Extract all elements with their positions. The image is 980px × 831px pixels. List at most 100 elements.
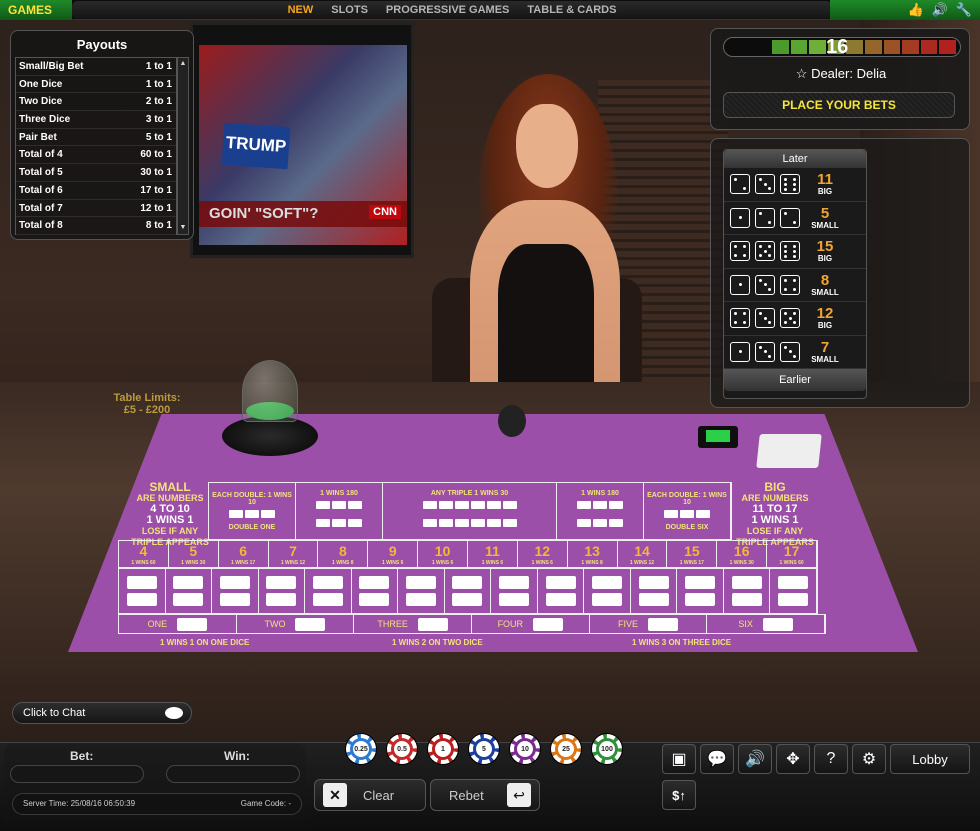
chip-value: 25 bbox=[558, 741, 574, 757]
bet-combo[interactable] bbox=[398, 569, 445, 613]
chip[interactable]: 0.25 bbox=[346, 734, 376, 764]
bet-small[interactable]: SMALL ARE NUMBERS 4 TO 10 1 WINS 1 LOSE … bbox=[128, 481, 212, 548]
bet-combo[interactable] bbox=[119, 569, 166, 613]
bet-total-8[interactable]: 81 WINS 8 bbox=[318, 541, 369, 567]
bet-single-six[interactable]: SIX bbox=[707, 615, 825, 633]
table-limits-value: £5 - £200 bbox=[123, 404, 171, 416]
bet-total-5[interactable]: 51 WINS 30 bbox=[169, 541, 219, 567]
tv-network-logo: CNN bbox=[369, 205, 401, 219]
bet-total-17[interactable]: 17 1 WINS 60 bbox=[767, 541, 817, 567]
payouts-scrollbar[interactable]: ▲ ▼ bbox=[177, 57, 189, 235]
bet-combo[interactable] bbox=[770, 569, 817, 613]
die-icon bbox=[755, 241, 775, 262]
settings-icon[interactable]: ⚙ bbox=[852, 744, 886, 774]
star-icon[interactable]: ☆ bbox=[796, 66, 808, 81]
bet-single-five[interactable]: FIVE bbox=[590, 615, 708, 633]
history-row: 12 BIG bbox=[724, 302, 866, 336]
bet-single-four[interactable]: FOUR bbox=[472, 615, 590, 633]
chip[interactable]: 25 bbox=[551, 734, 581, 764]
chat-icon[interactable]: 💬 bbox=[700, 744, 734, 774]
rebet-label: Rebet bbox=[449, 787, 484, 803]
die-icon bbox=[730, 308, 750, 329]
scroll-up-icon[interactable]: ▲ bbox=[179, 60, 187, 68]
bet-total-13[interactable]: 13 1 WINS 8 bbox=[568, 541, 618, 567]
bet-combo[interactable] bbox=[491, 569, 538, 613]
sound-icon[interactable]: 🔊 bbox=[738, 744, 772, 774]
bet-total-16[interactable]: 16 1 WINS 30 bbox=[717, 541, 768, 567]
bet-combo[interactable] bbox=[631, 569, 678, 613]
bet-double-area-right[interactable]: EACH DOUBLE: 1 WINS 10 DOUBLE SIX bbox=[644, 483, 731, 539]
bet-combo[interactable] bbox=[305, 569, 352, 613]
bet-specific-triple-left[interactable]: 1 WINS 180 bbox=[296, 483, 383, 539]
bet-combo[interactable] bbox=[166, 569, 213, 613]
fullscreen-icon[interactable]: ✥ bbox=[776, 744, 810, 774]
payouts-panel: Payouts Small/Big Bet 1 to 1 One Dice 1 to… bbox=[10, 30, 194, 240]
clear-button[interactable]: ✕ Clear bbox=[314, 779, 426, 811]
countdown-segment bbox=[920, 40, 938, 54]
nav-new[interactable]: NEW bbox=[288, 4, 314, 16]
video-icon[interactable]: ▣ bbox=[662, 744, 696, 774]
bet-total-11[interactable]: 11 1 WINS 6 bbox=[468, 541, 518, 567]
bet-any-triple[interactable]: ANY TRIPLE 1 WINS 30 bbox=[383, 483, 557, 539]
thumbs-up-icon[interactable]: 👍 bbox=[907, 2, 923, 18]
bet-combo[interactable] bbox=[584, 569, 631, 613]
chat-bubble-icon bbox=[165, 707, 183, 719]
countdown-segment bbox=[864, 40, 882, 54]
bet-specific-triple-right[interactable]: 1 WINS 180 bbox=[557, 483, 644, 539]
table-limits-label: Table Limits: bbox=[113, 392, 181, 404]
doubles-triples-area: EACH DOUBLE: 1 WINS 10 DOUBLE ONE 1 WINS… bbox=[208, 482, 732, 540]
scroll-down-icon[interactable]: ▼ bbox=[179, 224, 187, 232]
lobby-button[interactable]: Lobby bbox=[890, 744, 970, 774]
history-earlier-button[interactable]: Earlier bbox=[724, 369, 866, 391]
nav-progressive-games[interactable]: PROGRESSIVE GAMES bbox=[386, 4, 509, 16]
nav-table-cards[interactable]: TABLE & CARDS bbox=[527, 4, 616, 16]
countdown-seconds: 16 bbox=[826, 36, 849, 58]
bet-combo[interactable] bbox=[445, 569, 492, 613]
history-total: 7 bbox=[820, 338, 830, 356]
payout-row: One Dice 1 to 1 bbox=[16, 76, 176, 94]
history-later-button[interactable]: Later bbox=[724, 150, 866, 168]
history-total: 8 bbox=[820, 271, 830, 289]
games-tab[interactable]: GAMES bbox=[0, 0, 72, 20]
bet-combo[interactable] bbox=[538, 569, 585, 613]
bet-single-one[interactable]: ONE bbox=[119, 615, 237, 633]
history-row: 5 SMALL bbox=[724, 202, 866, 235]
bet-single-three[interactable]: THREE bbox=[354, 615, 472, 633]
bet-combo[interactable] bbox=[259, 569, 306, 613]
speaker-icon[interactable]: 🔊 bbox=[932, 2, 948, 18]
bet-total-4[interactable]: 41 WINS 60 bbox=[119, 541, 169, 567]
chat-button[interactable]: Click to Chat bbox=[12, 702, 192, 724]
bet-total-9[interactable]: 91 WINS 6 bbox=[368, 541, 419, 567]
payouts-list[interactable]: Small/Big Bet 1 to 1 One Dice 1 to 1 Two D… bbox=[15, 57, 177, 235]
bet-big[interactable]: BIG ARE NUMBERS 11 TO 17 1 WINS 1 LOSE I… bbox=[730, 481, 820, 548]
chip[interactable]: 100 bbox=[592, 734, 622, 764]
chip[interactable]: 5 bbox=[469, 734, 499, 764]
bet-total-7[interactable]: 71 WINS 12 bbox=[269, 541, 319, 567]
bet-combo[interactable] bbox=[677, 569, 724, 613]
bet-total-15[interactable]: 15 1 WINS 17 bbox=[667, 541, 718, 567]
close-icon: ✕ bbox=[323, 783, 347, 807]
bet-combo[interactable] bbox=[212, 569, 259, 613]
bet-single-two[interactable]: TWO bbox=[237, 615, 355, 633]
chip[interactable]: 0.5 bbox=[387, 734, 417, 764]
help-icon[interactable]: ? bbox=[814, 744, 848, 774]
bet-combo[interactable] bbox=[724, 569, 771, 613]
chip[interactable]: 10 bbox=[510, 734, 540, 764]
currency-toggle-icon[interactable]: $↑ bbox=[662, 780, 696, 810]
history-result: 5 SMALL bbox=[805, 206, 845, 230]
nav-slots[interactable]: SLOTS bbox=[331, 4, 368, 16]
any-triple-label: ANY TRIPLE 1 WINS 30 bbox=[430, 489, 509, 497]
chip[interactable]: 1 bbox=[428, 734, 458, 764]
table-button bbox=[698, 426, 738, 448]
history-result: 7 SMALL bbox=[805, 340, 845, 364]
die-icon bbox=[780, 207, 800, 228]
rebet-button[interactable]: Rebet ↩ bbox=[430, 779, 540, 811]
bet-total-12[interactable]: 12 1 WINS 6 bbox=[518, 541, 568, 567]
bet-total-10[interactable]: 10 1 WINS 6 bbox=[418, 541, 468, 567]
bet-total-14[interactable]: 14 1 WINS 12 bbox=[618, 541, 668, 567]
bet-total-6[interactable]: 61 WINS 17 bbox=[219, 541, 269, 567]
bet-combo[interactable] bbox=[352, 569, 399, 613]
bet-double-area-left[interactable]: EACH DOUBLE: 1 WINS 10 DOUBLE ONE bbox=[209, 483, 296, 539]
wrench-icon[interactable]: 🔧 bbox=[956, 2, 972, 18]
history-size: BIG bbox=[817, 187, 833, 197]
